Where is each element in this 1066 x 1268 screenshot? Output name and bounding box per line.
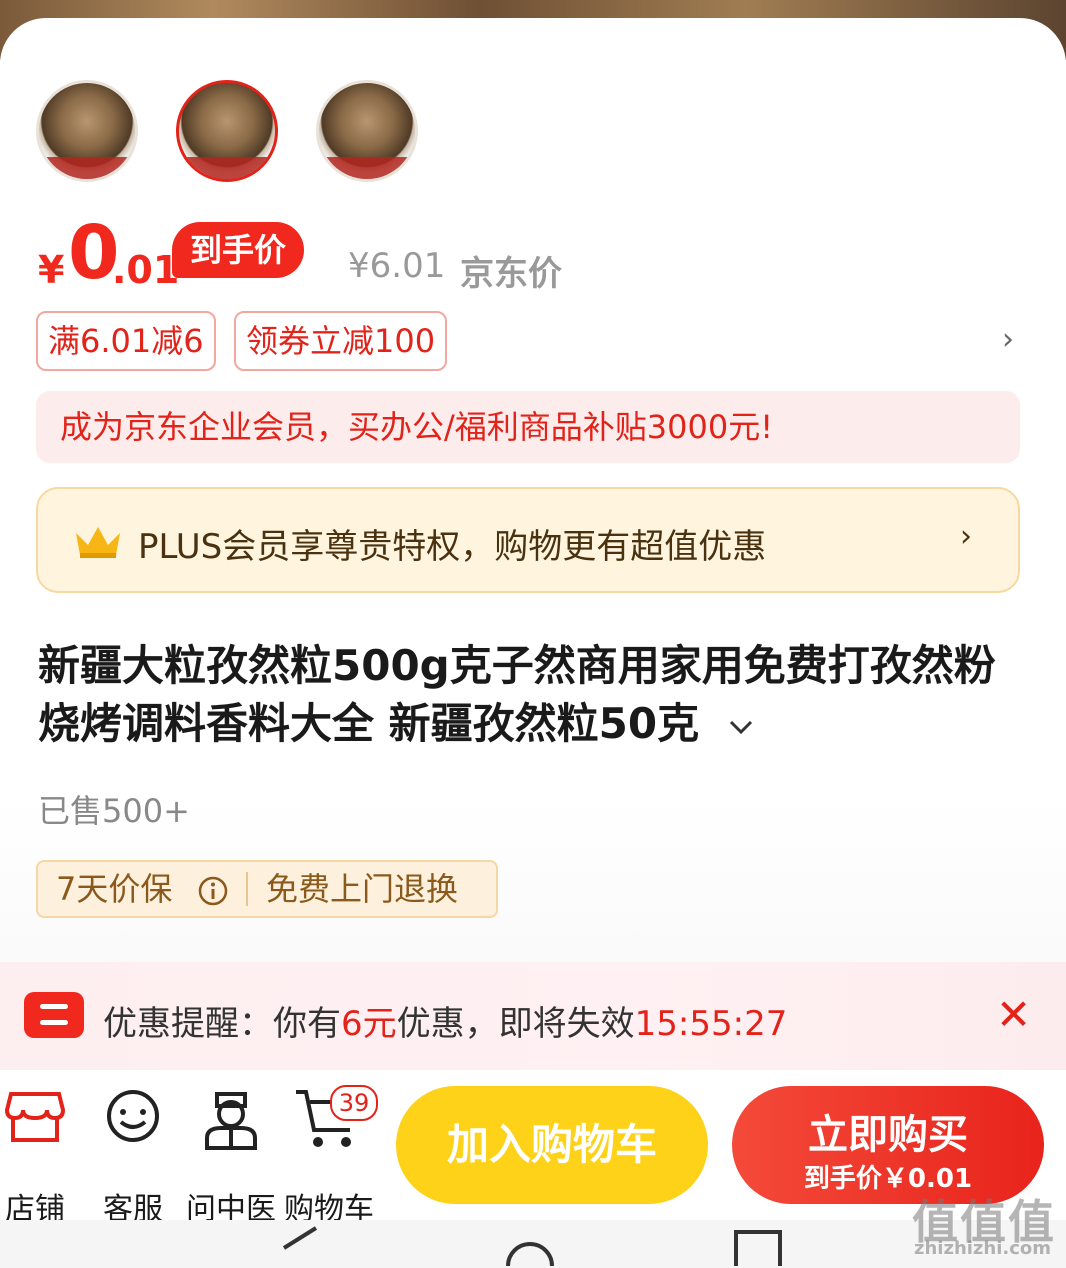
system-navigation-bar [0,1220,1066,1268]
reminder-text: 优惠提醒：你有6元优惠，即将失效15:55:27 [103,996,787,1045]
service-guarantee[interactable]: 7天价保 免费上门退换 [36,860,498,918]
plus-banner-text: PLUS会员享尊贵特权，购物更有超值优惠 [138,527,767,567]
site-watermark: 值值值 zhizhizhi.com [912,1186,1056,1259]
variant-thumbnail-2[interactable] [176,80,278,182]
coupon-reminder-bar[interactable]: 优惠提醒：你有6元优惠，即将失效15:55:27 ✕ [0,962,1066,1070]
doctor-icon [205,1092,257,1150]
plus-member-banner[interactable]: PLUS会员享尊贵特权，购物更有超值优惠 › [36,487,1020,593]
home-icon[interactable] [500,1226,560,1266]
coupon-full-reduction[interactable]: 满6.01减6 [36,311,216,371]
chevron-down-icon[interactable] [728,719,754,735]
price-decimal: .01 [112,248,180,292]
product-title-text: 新疆大粒孜然粒500g克子然商用家用免费打孜然粉烧烤调料香料大全 新疆孜然粒50… [38,641,996,748]
chevron-right-icon: › [960,519,972,554]
reminder-amount: 6元 [341,1004,397,1044]
enterprise-member-banner[interactable]: 成为京东企业会员，买办公/福利商品补贴3000元! [36,391,1020,463]
shop-nav[interactable]: 店铺 [0,1088,80,1227]
divider [246,872,248,906]
reminder-countdown: 15:55:27 [634,1004,788,1044]
variant-thumbnail-3[interactable] [316,80,418,182]
customer-service-icon [107,1090,159,1142]
reminder-middle: 优惠，即将失效 [396,1004,635,1044]
reminder-icon [24,992,84,1038]
reminder-prefix: 优惠提醒：你有 [103,1004,341,1044]
price-protection-label: 7天价保 [56,870,173,908]
close-icon[interactable]: ✕ [996,990,1031,1039]
add-to-cart-button[interactable]: 加入购物车 [396,1086,708,1204]
chevron-right-icon[interactable]: › [1002,322,1014,357]
currency-symbol: ¥ [38,248,65,292]
free-return-label: 免费上门退换 [266,870,459,908]
back-icon[interactable] [270,1226,330,1266]
jd-price-label: 京东价 [460,254,562,294]
recent-apps-icon[interactable] [728,1226,788,1266]
jd-price: ¥6.01 [348,246,446,286]
product-title[interactable]: 新疆大粒孜然粒500g克子然商用家用免费打孜然粉烧烤调料香料大全 新疆孜然粒50… [38,637,1028,753]
coupon-claim[interactable]: 领券立减100 [234,311,448,371]
final-price-tag: 到手价 [172,222,305,278]
price-row: ¥ 0 .01 到手价 ¥6.01 京东价 [38,210,1038,296]
shop-icon [4,1092,66,1142]
variant-thumbnails [36,80,418,182]
sold-count: 已售500+ [38,792,190,830]
info-icon[interactable] [198,876,228,906]
variant-thumbnail-1[interactable] [36,80,138,182]
cart-count-badge: 39 [330,1085,378,1121]
doctor-nav[interactable]: 问中医 [186,1088,276,1227]
buy-now-label: 立即购买 [808,1112,968,1158]
crown-icon [76,527,120,558]
bottom-action-bar: 店铺 客服 问中医 购物车 39 加入购物车 立即购买 到手价￥0.01 [0,1070,1066,1227]
service-nav[interactable]: 客服 [88,1088,178,1227]
watermark-site: zhizhizhi.com [914,1238,1052,1259]
